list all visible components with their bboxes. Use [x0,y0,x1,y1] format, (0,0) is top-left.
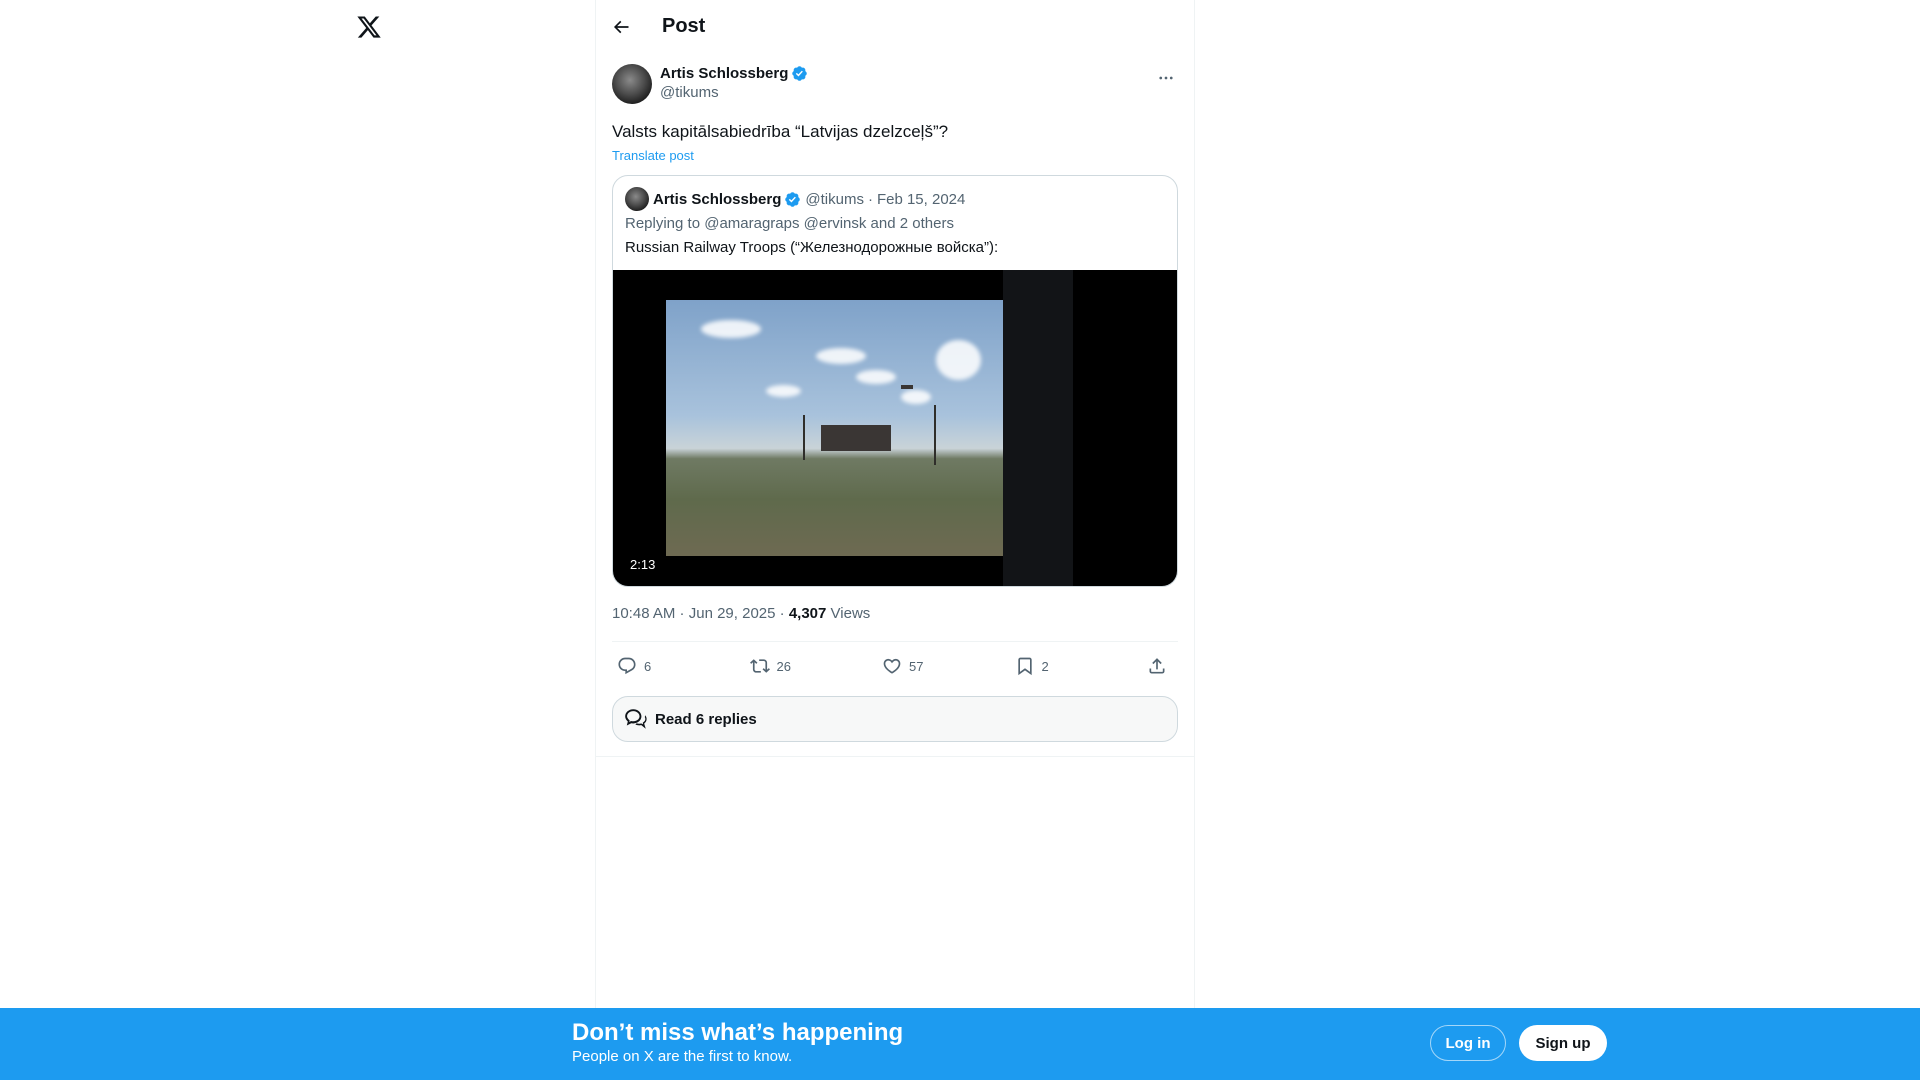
post-text: Valsts kapitālsabiedrība “Latvijas dzelz… [612,122,949,141]
quote-author-name: Artis Schlossberg [653,190,782,208]
reply-count: 6 [644,658,652,674]
like-button[interactable]: 57 [881,655,981,677]
author-row: Artis Schlossberg @tikums [612,64,1178,104]
quoted-post[interactable]: Artis Schlossberg @tikums · Feb 15, 2024… [612,175,1178,587]
video-side-panel [1003,270,1073,586]
replying-prefix: Replying to [625,215,705,232]
video-duration: 2:13 [625,555,661,574]
video-player[interactable]: 2:13 [613,270,1177,586]
quote-text: Russian Railway Troops (“Железнодорожные… [625,239,999,256]
video-thumbnail [666,300,1003,556]
signup-banner: Don’t miss what’s happening People on X … [0,1008,1920,1080]
author-names: Artis Schlossberg @tikums [660,64,808,102]
bookmark-icon [1014,655,1036,677]
quote-handle: @tikums [805,190,864,208]
reply-button[interactable]: 6 [616,655,716,677]
repost-button[interactable]: 26 [749,655,849,677]
heart-icon [881,655,903,677]
bookmark-button[interactable]: 2 [1014,655,1114,677]
quote-date: Feb 15, 2024 [876,190,966,208]
section-divider [596,756,1194,757]
reply-icon [616,655,638,677]
main-column: Post Artis Schlossberg @tikums Valsts ka… [595,0,1195,1080]
replies-bubble-icon [625,709,647,729]
quote-avatar [625,187,649,211]
post-date[interactable]: Jun 29, 2025 [689,605,776,622]
page-title: Post [662,15,706,37]
quote-separator: · [867,190,873,208]
author-name[interactable]: Artis Schlossberg [660,64,788,83]
avatar[interactable] [612,64,652,104]
arrow-left-icon [613,20,629,33]
post-timestamp: 10:48 AM · Jun 29, 2025 · 4,307 Views [612,605,871,622]
quote-replying-to: Replying to @amaragraps @ervinsk and 2 o… [613,210,1177,234]
share-button[interactable] [1146,655,1174,677]
like-count: 57 [909,658,924,674]
back-button[interactable] [604,10,638,44]
views-label: Views [830,605,871,622]
repost-count: 26 [776,658,791,674]
banner-text: Don’t miss what’s happening People on X … [572,1018,903,1066]
views-count: 4,307 [788,605,827,622]
read-replies-button[interactable]: Read 6 replies [612,696,1178,742]
action-bar: 6 26 57 2 [612,642,1178,690]
share-icon [1146,655,1168,677]
post-time[interactable]: 10:48 AM [612,605,675,622]
repost-icon [749,655,771,677]
translate-link[interactable]: Translate post [612,148,694,163]
banner-title: Don’t miss what’s happening [572,1019,904,1046]
header: Post [596,0,1194,53]
bookmark-count: 2 [1041,658,1049,674]
quote-header: Artis Schlossberg @tikums · Feb 15, 2024 [613,176,1177,211]
more-options-button[interactable] [1154,66,1178,90]
replying-to-users: @amaragraps @ervinsk and 2 others [704,215,954,232]
signup-button[interactable]: Sign up [1519,1025,1607,1061]
read-replies-label: Read 6 replies [655,710,757,728]
post: Artis Schlossberg @tikums Valsts kapitāl… [596,64,1194,742]
author-handle[interactable]: @tikums [660,83,808,102]
verified-badge-icon [792,66,808,81]
x-logo-icon[interactable] [356,14,382,40]
banner-subtitle: People on X are the first to know. [572,1048,793,1065]
more-icon [1159,76,1173,80]
login-button[interactable]: Log in [1430,1025,1506,1061]
verified-badge-icon [785,191,801,207]
